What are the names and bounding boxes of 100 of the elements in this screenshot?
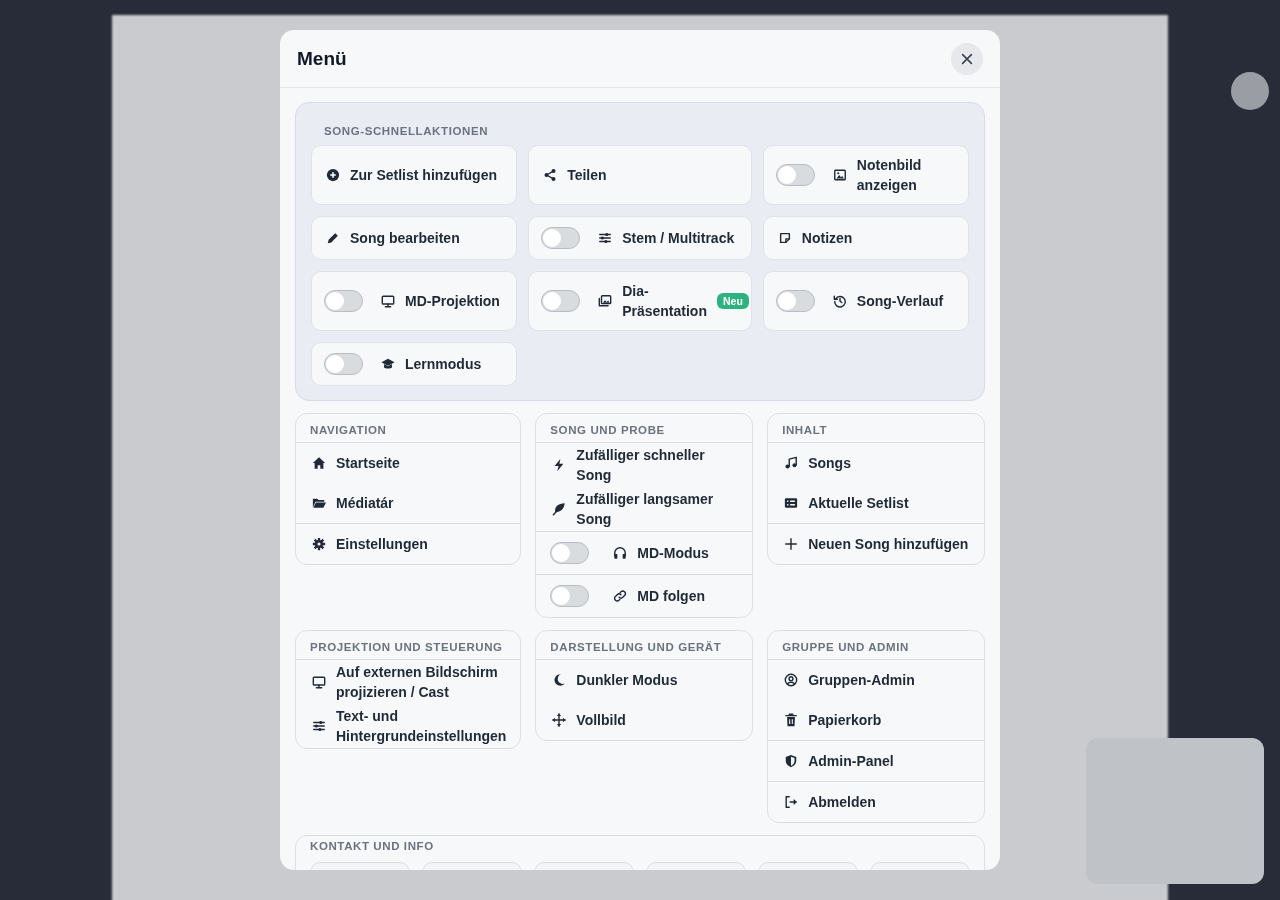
action-label: Song-Verlauf: [856, 292, 944, 311]
action-label: Lernmodus: [405, 355, 482, 374]
menu-item-label: Zufälliger langsamer Song: [576, 490, 715, 529]
dialog-title: Menü: [297, 47, 347, 70]
menu-item-label: Gruppen-Admin: [808, 671, 915, 690]
section-heading: DARSTELLUNG UND GERÄT: [549, 640, 723, 653]
menu-item[interactable]: Médiatár: [296, 483, 521, 523]
menu-item[interactable]: Startseite: [296, 442, 521, 483]
toggle-switch[interactable]: [541, 290, 581, 312]
action-label: Teilen: [567, 166, 607, 185]
monitor-icon: [312, 675, 326, 689]
action-label: Dia-Präsentation: [622, 282, 707, 321]
menu-item[interactable]: Abmelden: [768, 781, 984, 822]
menu-item[interactable]: MD folgen: [536, 574, 753, 617]
toggle-switch[interactable]: [541, 227, 581, 249]
menu-item-label: Text- und Hintergrundeinstellungen: [336, 707, 507, 746]
house-icon: [312, 456, 326, 470]
menu-item[interactable]: Zufälliger langsamer Song: [536, 487, 753, 531]
toggle-card[interactable]: Stem / Multitrack: [528, 216, 752, 260]
toggle-switch[interactable]: [775, 290, 815, 312]
images-icon: [598, 294, 613, 308]
menu-item[interactable]: Dunkler Modus: [536, 659, 753, 700]
menu-item-label: Papierkorb: [808, 711, 882, 730]
note-icon: [777, 231, 792, 245]
menu-item-label: MD folgen: [637, 587, 705, 606]
menu-item-label: Dunkler Modus: [576, 671, 678, 690]
gear-icon: [312, 537, 326, 551]
shield-icon: [784, 754, 799, 768]
section-heading: KONTAKT UND INFO: [309, 839, 435, 852]
menu-item-label: MD-Modus: [637, 544, 709, 563]
menu-item[interactable]: Papierkorb: [768, 700, 984, 740]
action-button[interactable]: Teilen: [528, 145, 752, 205]
trash-icon: [784, 713, 799, 727]
image-icon: [832, 168, 847, 182]
menu-item-label: Aktuelle Setlist: [808, 494, 909, 513]
action-label: MD-Projektion: [405, 292, 500, 311]
toggle-card[interactable]: Dia-Präsentation Neu: [528, 271, 752, 331]
menu-item-label: Neuen Song hinzufügen: [808, 535, 969, 554]
menu-item[interactable]: Songs: [768, 442, 984, 483]
monitor-icon: [381, 294, 395, 308]
menu-item-label: Auf externen Bildschirm projizieren / Cast: [336, 663, 499, 702]
section-heading: SONG-SCHNELLAKTIONEN: [323, 125, 490, 137]
menu-item-label: Médiatár: [336, 494, 394, 513]
new-badge: Neu: [716, 293, 749, 309]
action-label: Notenbild anzeigen: [856, 156, 923, 195]
menu-item-label: Abmelden: [808, 793, 876, 812]
action-label: Song bearbeiten: [350, 229, 460, 248]
music-note-icon: [784, 456, 799, 470]
toggle-switch[interactable]: [550, 542, 590, 564]
menu-item[interactable]: Auf externen Bildschirm projizieren / Cast: [296, 659, 521, 704]
menu-item[interactable]: Neuen Song hinzufügen: [768, 523, 984, 564]
folder-icon: [312, 496, 326, 510]
action-button[interactable]: Song bearbeiten: [311, 216, 518, 260]
menu-item-label: Zufälliger schneller Song: [576, 446, 706, 485]
close-icon: [960, 51, 974, 66]
action-label: Notizen: [801, 229, 853, 248]
section-heading: GRUPPE UND ADMIN: [781, 640, 910, 653]
toggle-switch[interactable]: [324, 353, 363, 375]
action-label: Zur Setlist hinzufügen: [350, 166, 497, 185]
edit-fab-background: [1231, 72, 1269, 110]
toggle-card[interactable]: Lernmodus: [311, 342, 518, 386]
sign-out-icon: [784, 795, 799, 809]
sliders-icon: [598, 231, 613, 245]
close-button[interactable]: [951, 42, 983, 75]
menu-item[interactable]: Aktuelle Setlist: [768, 483, 984, 523]
headphones-icon: [613, 546, 628, 560]
action-button[interactable]: Notizen: [762, 216, 969, 260]
section-heading: NAVIGATION: [309, 423, 388, 436]
menu-item-label: Vollbild: [576, 711, 626, 730]
toggle-switch[interactable]: [324, 290, 363, 312]
plus-circle-icon: [326, 168, 340, 182]
history-icon: [832, 294, 847, 308]
share-icon: [543, 168, 558, 182]
action-label: Stem / Multitrack: [622, 229, 735, 248]
link-icon: [613, 589, 628, 603]
menu-item-label: Startseite: [336, 454, 400, 473]
menu-item[interactable]: Zufälliger schneller Song: [536, 442, 753, 487]
leaf-icon: [552, 502, 567, 516]
menu-item[interactable]: Vollbild: [536, 700, 753, 740]
section-heading: SONG UND PROBE: [549, 423, 666, 436]
menu-item-label: Admin-Panel: [808, 752, 894, 771]
moon-icon: [552, 673, 567, 687]
menu-item[interactable]: Admin-Panel: [768, 740, 984, 781]
menu-item[interactable]: MD-Modus: [536, 531, 753, 574]
toggle-card[interactable]: MD-Projektion: [311, 271, 518, 331]
menu-item[interactable]: Text- und Hintergrundeinstellungen: [296, 704, 521, 748]
menu-item[interactable]: Einstellungen: [296, 523, 521, 564]
section-heading: INHALT: [781, 423, 829, 436]
user-circle-icon: [784, 673, 799, 687]
menu-item[interactable]: Gruppen-Admin: [768, 659, 984, 700]
toggle-card[interactable]: Notenbild anzeigen: [762, 145, 969, 205]
action-button[interactable]: Zur Setlist hinzufügen: [311, 145, 518, 205]
toggle-card[interactable]: Song-Verlauf: [762, 271, 969, 331]
sliders-icon: [312, 719, 326, 733]
four-arrows-icon: [552, 713, 567, 727]
toggle-switch[interactable]: [550, 585, 590, 607]
pencil-icon: [326, 231, 340, 245]
plus-icon: [784, 537, 799, 551]
menu-item-label: Songs: [808, 454, 851, 473]
toggle-switch[interactable]: [775, 164, 815, 186]
